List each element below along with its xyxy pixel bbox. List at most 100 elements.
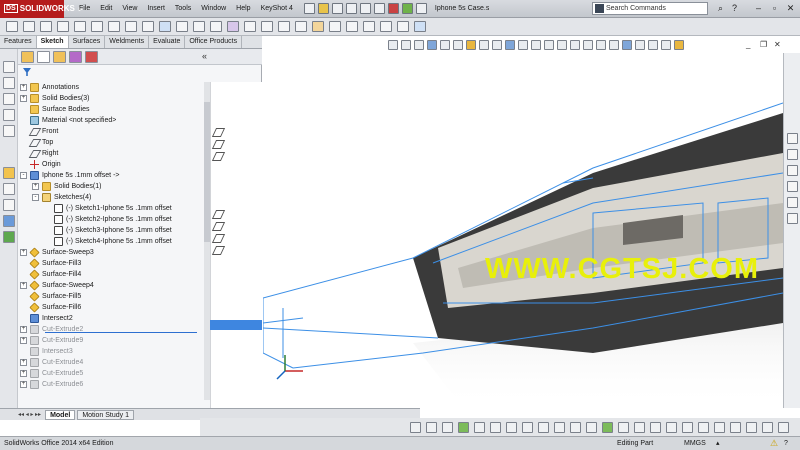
units-dropdown-icon[interactable]: ▴ <box>716 437 720 450</box>
orientation-icon[interactable] <box>410 421 421 433</box>
minimize-icon[interactable]: – <box>752 2 765 15</box>
print-icon[interactable] <box>345 3 357 14</box>
tree-node[interactable]: Surface-Fill6 <box>20 302 81 313</box>
filter-edges-icon[interactable] <box>474 421 485 433</box>
viewport-restore-icon[interactable]: ❐ <box>760 40 767 49</box>
filter-solids-icon[interactable] <box>522 421 533 433</box>
tree-node[interactable]: Top <box>20 137 53 148</box>
menu-window[interactable]: Window <box>196 0 231 18</box>
help-icon[interactable]: ? <box>728 2 741 15</box>
relations-side-icon[interactable] <box>3 199 15 211</box>
restore-icon[interactable]: ▫ <box>768 2 781 15</box>
rollback-bar[interactable] <box>45 332 197 333</box>
filter-faces-icon[interactable] <box>490 421 501 433</box>
mirror-icon[interactable] <box>278 21 290 32</box>
design-library-icon[interactable] <box>787 149 798 160</box>
tab-features[interactable]: Features <box>0 36 37 48</box>
menu-view[interactable]: View <box>117 0 142 18</box>
filter-mates-icon[interactable] <box>698 421 709 433</box>
save-side-icon[interactable] <box>3 215 15 227</box>
tab-model[interactable]: Model <box>45 409 76 420</box>
scene-icon[interactable] <box>635 40 645 50</box>
collapse-panel-icon[interactable]: « <box>202 51 207 61</box>
expand-icon[interactable]: + <box>20 370 27 377</box>
menu-edit[interactable]: Edit <box>95 0 117 18</box>
tree-node[interactable]: (-) Sketch2-Iphone 5s .1mm offset <box>44 214 172 225</box>
previous-view-icon[interactable] <box>414 40 424 50</box>
move-entities-icon[interactable] <box>312 21 324 32</box>
tree-node[interactable]: Material <not specified> <box>20 115 116 126</box>
polygon-icon[interactable] <box>108 21 120 32</box>
tab-weldments[interactable]: Weldments <box>105 36 150 48</box>
appearances-icon[interactable] <box>787 197 798 208</box>
select-arrow-icon[interactable] <box>373 3 385 14</box>
tree-node[interactable]: (-) Sketch4-Iphone 5s .1mm offset <box>44 236 172 247</box>
collapse-icon[interactable]: - <box>32 194 39 201</box>
menu-tools[interactable]: Tools <box>170 0 196 18</box>
spline-icon[interactable] <box>125 21 137 32</box>
feature-tree-filter[interactable] <box>20 68 210 78</box>
tab-office-products[interactable]: Office Products <box>185 36 243 48</box>
hide-show-items-icon[interactable] <box>466 40 476 50</box>
filter-funnel-icon[interactable] <box>23 68 31 76</box>
open-folder-icon[interactable] <box>317 3 329 14</box>
viewport-minimize-icon[interactable]: _ <box>746 40 750 49</box>
tree-node[interactable]: Surface-Fill5 <box>20 291 81 302</box>
convert-entities-icon[interactable] <box>244 21 256 32</box>
point-icon[interactable] <box>210 21 222 32</box>
expand-icon[interactable]: + <box>20 381 27 388</box>
instant2d-icon[interactable] <box>397 21 409 32</box>
tree-node[interactable]: Origin <box>20 159 61 170</box>
filter-notes-icon[interactable] <box>618 421 629 433</box>
menu-help[interactable]: Help <box>231 0 255 18</box>
menu-keyshot[interactable]: KeyShot 4 <box>256 0 298 18</box>
monitor-icon[interactable] <box>596 40 606 50</box>
new-part-icon[interactable] <box>3 61 15 73</box>
shaded-sketch-icon[interactable] <box>414 21 426 32</box>
filter-surfaces-icon[interactable] <box>506 421 517 433</box>
tree-node[interactable]: (-) Sketch3-Iphone 5s .1mm offset <box>44 225 172 236</box>
tab-surfaces[interactable]: Surfaces <box>69 36 106 48</box>
tree-node[interactable]: Intersect3 <box>20 346 73 357</box>
search-magnifier-icon[interactable]: ⌕ <box>714 2 727 15</box>
filter-curves-icon[interactable] <box>650 421 661 433</box>
tree-node[interactable]: + Cut-Extrude4 <box>20 357 83 368</box>
tree-node[interactable]: + Solid Bodies(1) <box>32 181 101 192</box>
filter-routes-icon[interactable] <box>730 421 741 433</box>
apply-scene-icon[interactable] <box>492 40 502 50</box>
offset-entities-icon[interactable] <box>261 21 273 32</box>
display-style-icon[interactable] <box>453 40 463 50</box>
configuration-manager-tab-icon[interactable] <box>53 50 66 63</box>
shadows-icon[interactable] <box>531 40 541 50</box>
tree-node[interactable]: - Sketches(4) <box>32 192 91 203</box>
graphics-viewport[interactable]: WWW.CGTSJ.COM <box>263 53 783 408</box>
tab-evaluate[interactable]: Evaluate <box>149 36 186 48</box>
line-icon[interactable] <box>23 21 35 32</box>
filter-loops-icon[interactable] <box>666 421 677 433</box>
traffic-light-icon[interactable] <box>387 3 399 14</box>
camera-icon[interactable] <box>583 40 593 50</box>
sensors-icon[interactable] <box>3 93 15 105</box>
filter-vertices-icon[interactable] <box>458 421 469 433</box>
rebuild-icon[interactable] <box>401 3 413 14</box>
properties-icon[interactable] <box>3 109 15 121</box>
realview-icon[interactable] <box>518 40 528 50</box>
file-explorer-icon[interactable] <box>787 165 798 176</box>
filter-axes-icon[interactable] <box>538 421 549 433</box>
display-manager-tab-icon[interactable] <box>85 50 98 63</box>
undo-icon[interactable] <box>359 3 371 14</box>
home-icon[interactable] <box>787 133 798 144</box>
color-side-icon[interactable] <box>3 231 15 243</box>
tree-node[interactable]: + Surface-Sweep4 <box>20 280 94 291</box>
help-status-icon[interactable]: ? <box>784 437 788 450</box>
tree-node[interactable]: Surface Bodies <box>20 104 89 115</box>
tab-motion-study-1[interactable]: Motion Study 1 <box>77 409 135 420</box>
expand-icon[interactable]: + <box>20 359 27 366</box>
smart-dim-side-icon[interactable] <box>3 183 15 195</box>
phone-case-model[interactable] <box>263 53 783 408</box>
save-icon[interactable] <box>331 3 343 14</box>
quick-snaps-icon[interactable] <box>363 21 375 32</box>
tree-node[interactable]: + Annotations <box>20 82 79 93</box>
perspective-icon[interactable] <box>557 40 567 50</box>
viewport-close-icon[interactable]: ✕ <box>774 40 781 49</box>
